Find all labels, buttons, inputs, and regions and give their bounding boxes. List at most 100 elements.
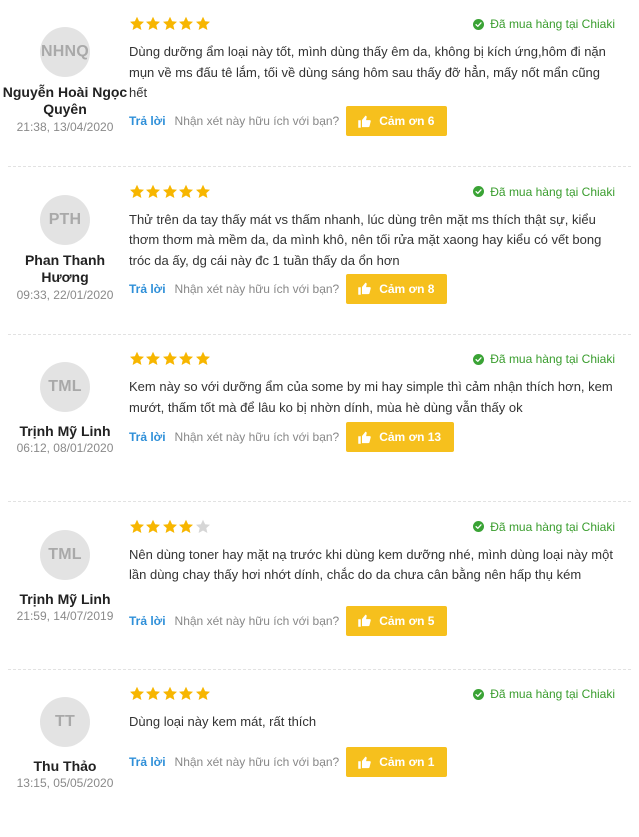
- star-filled-icon: [146, 351, 161, 365]
- review-content: Thử trên da tay thấy mát vs thấm nhanh, …: [129, 211, 602, 268]
- review-date: 21:38, 13/04/2020: [16, 120, 114, 134]
- review-actions: Trả lời Nhận xét này hữu ích với bạn? Cả…: [129, 273, 448, 304]
- review-item: TT Thu Thảo 13:15, 05/05/2020 Đã mua hàn…: [0, 670, 639, 837]
- star-filled-icon: [162, 184, 177, 198]
- verified-label: Đã mua hàng tại Chiaki: [490, 184, 615, 199]
- star-filled-icon: [179, 184, 194, 198]
- thanks-button[interactable]: Cảm ơn 6: [346, 106, 448, 136]
- verified-label: Đã mua hàng tại Chiaki: [490, 352, 615, 366]
- thumbs-up-icon: [358, 115, 371, 128]
- review-actions: Trả lời Nhận xét này hữu ích với bạn? Cả…: [129, 422, 455, 452]
- thanks-label: Cảm ơn 13: [379, 430, 442, 444]
- star-filled-icon: [179, 686, 194, 700]
- reply-link[interactable]: Trả lời: [129, 755, 166, 769]
- check-circle-icon: [473, 353, 485, 365]
- star-filled-icon: [146, 686, 161, 700]
- star-filled-icon: [179, 351, 194, 365]
- star-filled-icon: [130, 519, 144, 533]
- reply-link[interactable]: Trả lời: [129, 614, 166, 628]
- review-date: 09:33, 22/01/2020: [16, 287, 114, 302]
- thanks-label: Cảm ơn 8: [379, 281, 435, 296]
- helpful-question: Nhận xét này hữu ích với bạn?: [174, 755, 340, 769]
- star-filled-icon: [179, 519, 194, 533]
- review-date: 13:15, 05/05/2020: [16, 776, 114, 790]
- star-filled-icon: [179, 16, 194, 30]
- review-author: Phan Thanh Hương: [24, 251, 106, 285]
- review-date: 21:59, 14/07/2019: [16, 608, 114, 623]
- verified-purchase-badge: Đã mua hàng tại Chiaki: [473, 185, 615, 199]
- review-author: Thu Thảo: [33, 758, 97, 774]
- helpful-question: Nhận xét này hữu ích với bạn?: [174, 613, 340, 628]
- avatar: TML: [40, 362, 90, 412]
- thumbs-up-icon: [358, 756, 371, 769]
- verified-purchase-badge: Đã mua hàng tại Chiaki: [473, 520, 615, 534]
- star-filled-icon: [146, 16, 161, 30]
- star-filled-icon: [162, 351, 177, 365]
- star-empty-icon: [195, 519, 210, 533]
- review-item: TML Trịnh Mỹ Linh 21:59, 14/07/2019 Đã m…: [0, 503, 639, 670]
- check-circle-icon: [473, 688, 485, 700]
- star-filled-icon: [162, 686, 177, 700]
- star-filled-icon: [130, 351, 144, 365]
- review-author: Trịnh Mỹ Linh: [19, 590, 111, 607]
- review-actions: Trả lời Nhận xét này hữu ích với bạn? Cả…: [129, 747, 448, 777]
- reply-link[interactable]: Trả lời: [129, 282, 166, 296]
- verified-label: Đã mua hàng tại Chiaki: [490, 519, 615, 534]
- verified-purchase-badge: Đã mua hàng tại Chiaki: [473, 17, 615, 31]
- rating-stars: [129, 519, 211, 535]
- rating-stars: [129, 351, 211, 367]
- thumbs-up-icon: [358, 431, 371, 444]
- verified-label: Đã mua hàng tại Chiaki: [490, 17, 615, 31]
- star-filled-icon: [130, 686, 144, 700]
- star-filled-icon: [146, 184, 161, 198]
- review-item: PTH Phan Thanh Hương 09:33, 22/01/2020 Đ…: [0, 168, 639, 335]
- helpful-question: Nhận xét này hữu ích với bạn?: [174, 430, 340, 444]
- star-filled-icon: [162, 16, 177, 30]
- review-content: Dùng dưỡng ẩm loại này tốt, mình dùng th…: [129, 44, 606, 100]
- thanks-button[interactable]: Cảm ơn 1: [346, 747, 448, 777]
- review-item: TML Trịnh Mỹ Linh 06:12, 08/01/2020 Đã m…: [0, 335, 639, 502]
- review-date: 06:12, 08/01/2020: [16, 441, 114, 455]
- star-filled-icon: [162, 519, 177, 533]
- thumbs-up-icon: [358, 614, 371, 627]
- rating-stars: [129, 686, 211, 702]
- check-circle-icon: [473, 18, 485, 30]
- avatar: PTH: [40, 194, 90, 245]
- thanks-label: Cảm ơn 5: [379, 613, 435, 628]
- check-circle-icon: [473, 186, 485, 197]
- thanks-label: Cảm ơn 6: [379, 114, 435, 128]
- verified-purchase-badge: Đã mua hàng tại Chiaki: [473, 352, 615, 366]
- review-list: NHNQ Nguyễn Hoài Ngọc Quyên 21:38, 13/04…: [0, 0, 639, 790]
- star-filled-icon: [195, 16, 210, 30]
- star-filled-icon: [130, 184, 144, 198]
- star-filled-icon: [195, 184, 210, 198]
- thanks-label: Cảm ơn 1: [379, 755, 435, 769]
- star-filled-icon: [195, 351, 210, 365]
- review-author: Trịnh Mỹ Linh: [19, 423, 111, 439]
- star-filled-icon: [146, 519, 161, 533]
- avatar: NHNQ: [40, 27, 90, 77]
- star-filled-icon: [130, 16, 144, 30]
- review-actions: Trả lời Nhận xét này hữu ích với bạn? Cả…: [129, 605, 448, 636]
- rating-stars: [129, 16, 211, 32]
- review-author: Nguyễn Hoài Ngọc Quyên: [2, 84, 128, 117]
- review-content: Kem này so với dưỡng ẩm của some by mi h…: [129, 379, 613, 415]
- helpful-question: Nhận xét này hữu ích với bạn?: [174, 281, 340, 296]
- check-circle-icon: [473, 521, 485, 532]
- thanks-button[interactable]: Cảm ơn 5: [346, 605, 448, 636]
- helpful-question: Nhận xét này hữu ích với bạn?: [174, 114, 340, 128]
- verified-purchase-badge: Đã mua hàng tại Chiaki: [473, 687, 615, 701]
- thanks-button[interactable]: Cảm ơn 13: [346, 422, 455, 452]
- reply-link[interactable]: Trả lời: [129, 114, 166, 128]
- review-content: Dùng loại này kem mát, rất thích: [129, 714, 317, 729]
- rating-stars: [129, 184, 211, 200]
- review-content: Nên dùng toner hay mặt nạ trước khi dùng…: [129, 546, 613, 583]
- star-filled-icon: [195, 686, 210, 700]
- reply-link[interactable]: Trả lời: [129, 430, 166, 444]
- thumbs-up-icon: [358, 282, 371, 295]
- review-item: NHNQ Nguyễn Hoài Ngọc Quyên 21:38, 13/04…: [0, 0, 639, 167]
- review-actions: Trả lời Nhận xét này hữu ích với bạn? Cả…: [129, 106, 448, 136]
- verified-label: Đã mua hàng tại Chiaki: [490, 687, 615, 701]
- thanks-button[interactable]: Cảm ơn 8: [346, 273, 448, 304]
- avatar: TT: [40, 697, 90, 747]
